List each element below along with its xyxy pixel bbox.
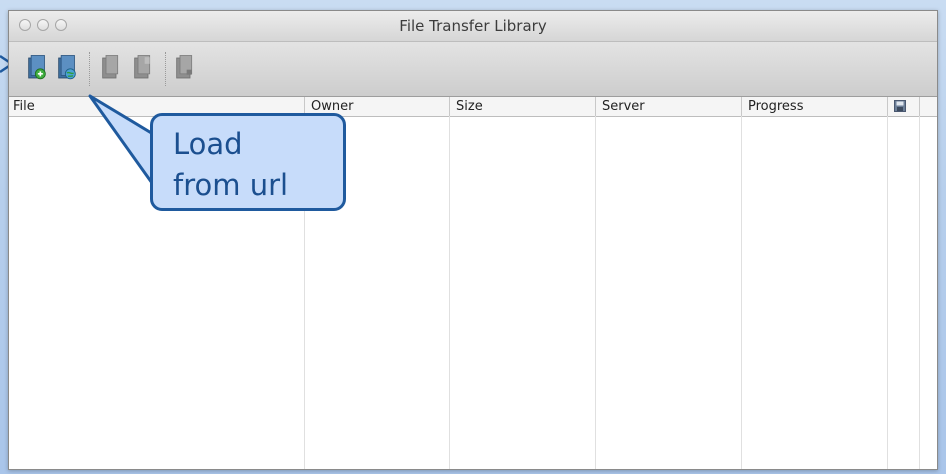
column-header-filler (919, 97, 937, 116)
column-header-server[interactable]: Server (595, 97, 741, 116)
toolbar (9, 42, 937, 97)
transfer-list-body[interactable] (9, 117, 937, 469)
save-icon (894, 100, 906, 112)
file-transfer-window: File Transfer Library File Owner Size Se… (8, 10, 938, 470)
disabled-file-action-button[interactable] (175, 53, 199, 85)
column-header-save[interactable] (887, 97, 919, 116)
toolbar-separator (89, 52, 90, 86)
title-bar[interactable]: File Transfer Library (9, 11, 937, 42)
file-action-icon (134, 55, 151, 79)
load-from-url-icon (58, 55, 76, 80)
column-header-size[interactable]: Size (449, 97, 595, 116)
table-header: File Owner Size Server Progress (9, 97, 937, 117)
file-action-icon (102, 55, 119, 79)
disabled-file-action-button[interactable] (133, 53, 157, 85)
file-action-icon (176, 55, 193, 79)
callout-line-1: Load (173, 127, 243, 161)
add-file-button[interactable] (27, 53, 51, 85)
callout-line-2: from url (173, 168, 289, 202)
add-file-icon (28, 55, 46, 80)
column-header-progress[interactable]: Progress (741, 97, 887, 116)
disabled-file-action-button[interactable] (101, 53, 125, 85)
callout-text: Load from url (173, 124, 337, 206)
toolbar-separator (165, 52, 166, 86)
load-from-url-callout: Load from url (150, 113, 346, 211)
load-from-url-button[interactable] (57, 53, 81, 85)
window-title: File Transfer Library (399, 17, 547, 35)
